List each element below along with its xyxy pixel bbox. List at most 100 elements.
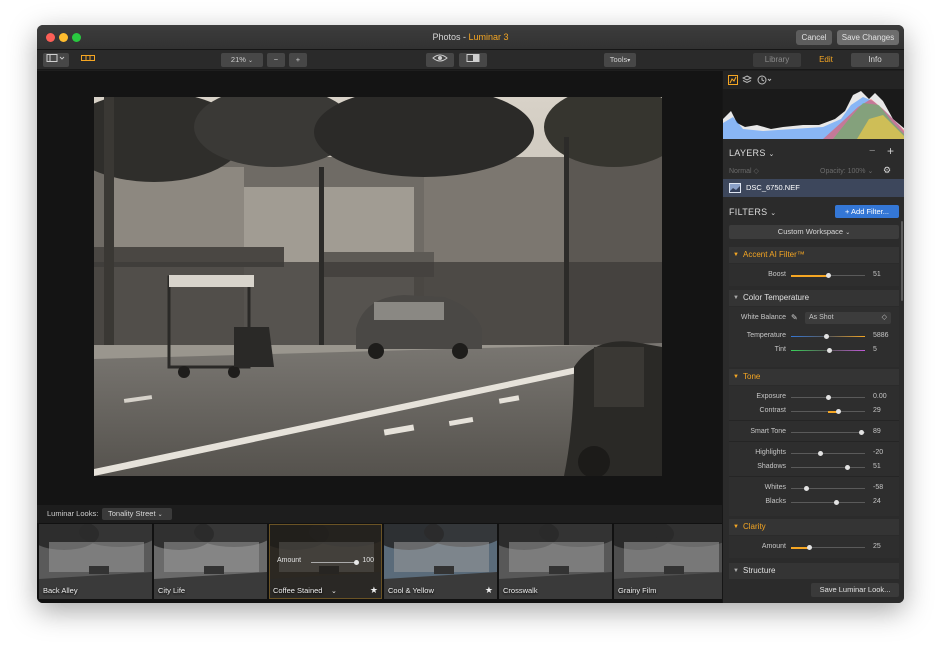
clarity-amount-label: Amount — [761, 543, 786, 550]
tint-row: Tint 5 — [729, 344, 899, 356]
contrast-label: Contrast — [759, 407, 786, 414]
tab-edit[interactable]: Edit — [802, 53, 850, 67]
looks-bar: Luminar Looks: Tonality Street ⌄ — [37, 505, 722, 523]
filter-tone-header[interactable]: ▼ Tone — [729, 369, 899, 385]
blacks-slider[interactable] — [791, 500, 865, 505]
white-balance-select[interactable]: As Shot ◇ — [805, 312, 891, 324]
chevron-down-icon: ⌄ — [770, 210, 777, 217]
slider-knob[interactable] — [807, 545, 812, 550]
temperature-row: Temperature 5886 — [729, 330, 899, 342]
look-thumbnail[interactable]: Grainy Film — [614, 524, 727, 599]
minus-icon[interactable]: − — [869, 145, 875, 157]
whites-slider[interactable] — [791, 486, 865, 491]
tools-menu-button[interactable]: Tools▾ — [604, 53, 636, 67]
save-luminar-look-button[interactable]: Save Luminar Look... — [811, 583, 899, 597]
look-amount-slider[interactable] — [311, 560, 359, 565]
look-amount-control[interactable]: Amount 100 — [277, 557, 374, 569]
shadows-slider[interactable] — [791, 465, 865, 470]
opacity-value: Opacity: 100% — [820, 168, 866, 175]
opacity-select[interactable]: Opacity: 100% ⌄ — [820, 167, 873, 175]
panel-scrollbar[interactable] — [901, 221, 903, 301]
edit-panel: LAYERS ⌄ − + Normal ◇ Opacity: 100% ⌄ ⚙ … — [722, 71, 904, 603]
zoom-in-button[interactable]: + — [289, 53, 307, 67]
clarity-amount-slider[interactable] — [791, 545, 865, 550]
chevron-down-icon[interactable]: ⌄ — [331, 587, 337, 595]
boost-slider[interactable] — [791, 273, 865, 278]
split-view-icon — [466, 54, 480, 62]
chevron-down-icon: ⌄ — [768, 151, 775, 158]
slider-knob[interactable] — [844, 465, 850, 470]
slider-knob[interactable] — [818, 451, 824, 456]
slider-knob[interactable] — [825, 395, 831, 400]
workspace-select[interactable]: Custom Workspace ⌄ — [729, 225, 899, 239]
slider-knob[interactable] — [826, 348, 832, 353]
blend-mode-value: Normal — [729, 168, 752, 175]
slider-knob[interactable] — [858, 430, 864, 435]
sidebar-toggle-button[interactable] — [43, 53, 69, 67]
slider-fill — [791, 274, 829, 277]
blacks-label: Blacks — [765, 498, 786, 505]
chevron-down-icon: ⌄ — [845, 230, 851, 236]
smart-tone-row: Smart Tone 89 — [729, 426, 899, 438]
filters-title-text: FILTERS — [729, 207, 768, 217]
favorite-star-icon[interactable]: ★ — [370, 585, 378, 596]
image-thumbnail-icon — [729, 183, 741, 193]
cancel-button[interactable]: Cancel — [796, 30, 832, 45]
highlights-value: -20 — [873, 449, 884, 456]
slider-knob[interactable] — [824, 334, 830, 339]
photo-preview[interactable] — [94, 97, 662, 476]
contrast-slider[interactable] — [791, 409, 865, 414]
tab-library[interactable]: Library — [753, 53, 801, 67]
slider-knob[interactable] — [826, 273, 832, 278]
look-thumbnail[interactable]: Cool & Yellow ★ — [384, 524, 497, 599]
smart-tone-slider[interactable] — [791, 430, 865, 435]
layers-title[interactable]: LAYERS ⌄ — [729, 148, 775, 158]
eyedropper-icon[interactable]: ✎ — [791, 313, 798, 322]
looks-category-select[interactable]: Tonality Street ⌄ — [102, 508, 172, 520]
filter-title: Color Temperature — [743, 293, 810, 302]
slider-knob[interactable] — [835, 409, 841, 414]
white-balance-row: White Balance ✎ As Shot ◇ — [729, 311, 899, 325]
favorite-star-icon[interactable]: ★ — [485, 585, 493, 596]
exposure-slider[interactable] — [791, 395, 865, 400]
history-icon[interactable] — [757, 75, 773, 85]
look-thumbnail[interactable]: Amount 100 Coffee Stained ⌄ ★ — [269, 524, 382, 599]
looks-label: Luminar Looks: — [47, 509, 99, 518]
slider-knob[interactable] — [804, 486, 810, 491]
gear-icon[interactable]: ⚙ — [883, 165, 891, 176]
plus-icon[interactable]: + — [887, 144, 894, 158]
layer-item[interactable]: DSC_6750.NEF — [723, 179, 904, 197]
filter-clarity-header[interactable]: ▼ Clarity — [729, 519, 899, 535]
temperature-slider[interactable] — [791, 334, 865, 339]
look-thumbnail[interactable]: City Life — [154, 524, 267, 599]
highlights-slider[interactable] — [791, 451, 865, 456]
preview-toggle-button[interactable] — [426, 53, 454, 67]
title-photos: Photos — [432, 32, 461, 42]
filter-structure-header[interactable]: ▼ Structure — [729, 563, 899, 579]
tab-info[interactable]: Info — [851, 53, 899, 67]
look-thumbnail[interactable]: Crosswalk — [499, 524, 612, 599]
tint-label: Tint — [774, 346, 786, 353]
blend-mode-select[interactable]: Normal ◇ — [729, 168, 759, 175]
add-filter-button[interactable]: + Add Filter... — [835, 205, 899, 218]
slider-knob[interactable] — [354, 560, 359, 565]
slider-knob[interactable] — [834, 500, 840, 505]
tint-slider[interactable] — [791, 348, 865, 353]
disclosure-triangle-icon: ▼ — [733, 568, 739, 574]
filters-title[interactable]: FILTERS ⌄ — [729, 207, 776, 217]
filmstrip-toggle-button[interactable] — [77, 53, 99, 67]
boost-row: Boost 51 — [729, 269, 899, 281]
look-thumbnail[interactable]: Back Alley — [39, 524, 152, 599]
layers-icon[interactable] — [742, 75, 752, 85]
filter-accent-ai-header[interactable]: ▼ Accent AI Filter™ — [729, 247, 899, 263]
filter-title: Tone — [743, 372, 761, 381]
zoom-select[interactable]: 21% ⌄ — [221, 53, 263, 67]
smart-tone-label: Smart Tone — [750, 428, 786, 435]
histogram-icon[interactable] — [728, 75, 738, 85]
smart-tone-value: 89 — [873, 428, 881, 435]
compare-toggle-button[interactable] — [459, 53, 487, 67]
filter-color-temperature-header[interactable]: ▼ Color Temperature — [729, 290, 899, 306]
zoom-out-button[interactable]: − — [267, 53, 285, 67]
shadows-label: Shadows — [757, 463, 786, 470]
save-changes-button[interactable]: Save Changes — [837, 30, 899, 45]
